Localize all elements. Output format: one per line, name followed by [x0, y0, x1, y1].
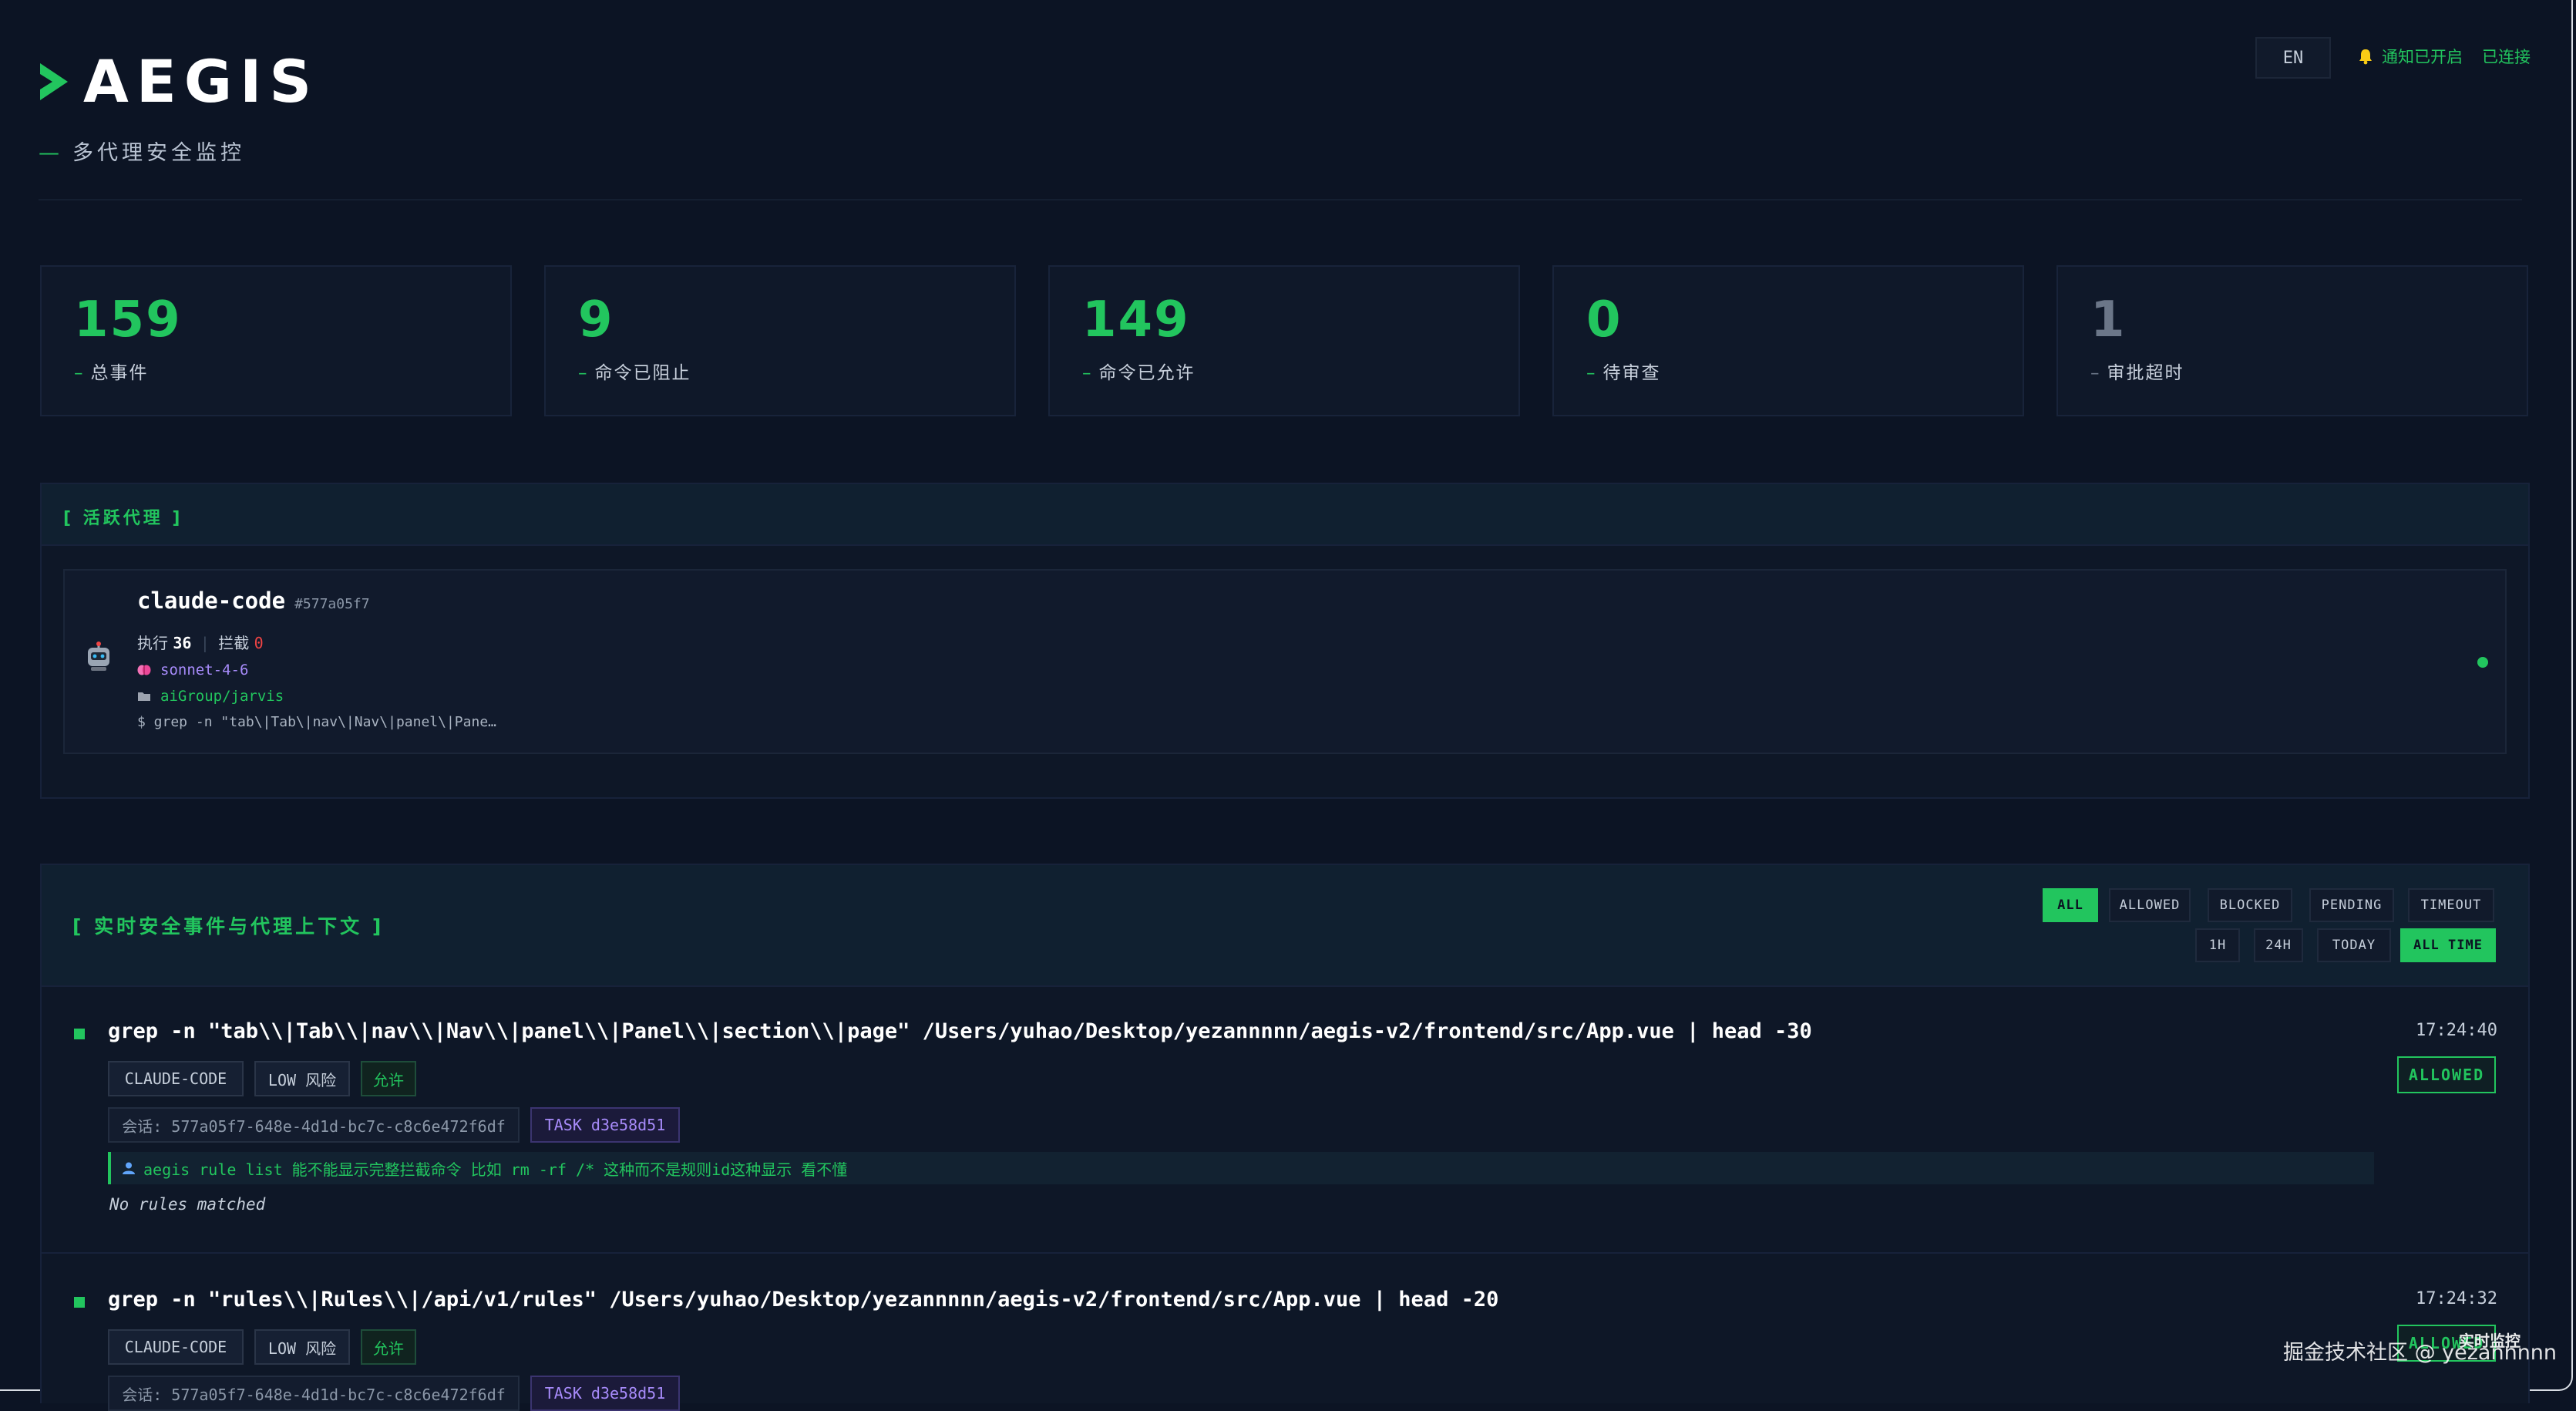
stat-label: – 命令已允许	[1082, 363, 1196, 383]
active-agents-header: [ 活跃代理 ]	[42, 484, 2528, 546]
filter-today[interactable]: TODAY	[2317, 928, 2391, 962]
notification-status[interactable]: 通知已开启	[2357, 45, 2463, 68]
agent-name: claude-code #577a05f7	[137, 588, 370, 614]
subtitle-dash: —	[39, 141, 63, 165]
panel-title: [ 实时安全事件与代理上下文 ]	[72, 915, 385, 938]
stat-card-total-events: 159 – 总事件	[40, 265, 512, 416]
agent-last-command: $ grep -n "tab\|Tab\|nav\|Nav\|panel\|Pa…	[137, 714, 496, 730]
notification-status-label: 通知已开启	[2382, 48, 2463, 66]
header-divider	[39, 199, 2522, 200]
logo-text: AEGIS	[83, 47, 320, 116]
stat-value: 159	[74, 291, 182, 349]
user-context: aegis rule list 能不能显示完整拦截命令 比如 rm -rf /*…	[108, 1152, 2374, 1184]
stat-label: – 命令已阻止	[578, 363, 691, 383]
subtitle-text: 多代理安全监控	[72, 141, 245, 165]
event-divider	[42, 1252, 2528, 1254]
event-command[interactable]: grep -n "rules\\|Rules\\|/api/v1/rules" …	[108, 1288, 1498, 1312]
stat-label: – 审批超时	[2090, 363, 2184, 383]
agent-stats: 执行 36 | 拦截 0	[137, 634, 264, 652]
stat-value: 1	[2090, 291, 2127, 349]
task-tag[interactable]: TASK d3e58d51	[530, 1376, 680, 1411]
task-tag[interactable]: TASK d3e58d51	[530, 1107, 680, 1143]
agent-online-indicator	[2477, 657, 2488, 668]
watermark: 掘金技术社区 @ yezannnnn	[2283, 1341, 2558, 1365]
agent-model: sonnet-4-6	[137, 662, 248, 679]
user-icon	[123, 1162, 135, 1174]
filter-all-time[interactable]: ALL TIME	[2400, 928, 2496, 962]
stat-value: 0	[1586, 291, 1623, 349]
stat-label: – 总事件	[74, 363, 149, 383]
security-events-panel: [ 实时安全事件与代理上下文 ] ALL ALLOWED BLOCKED PEN…	[40, 864, 2530, 1411]
event-time: 17:24:40	[2416, 1021, 2497, 1040]
agent-project-path: aiGroup/jarvis	[137, 688, 284, 705]
session-tag[interactable]: 会话: 577a05f7-648e-4d1d-bc7c-c8c6e472f6df	[108, 1107, 520, 1143]
event-status-badge: ALLOWED	[2397, 1056, 2496, 1093]
risk-tag: LOW 风险	[254, 1329, 350, 1365]
stat-value: 9	[578, 291, 614, 349]
robot-icon	[88, 642, 109, 671]
brain-icon	[137, 665, 151, 675]
event-status-bullet	[74, 1297, 85, 1308]
event-status-bullet	[74, 1029, 85, 1039]
decision-tag: 允许	[361, 1329, 416, 1365]
filter-blocked[interactable]: BLOCKED	[2208, 888, 2292, 922]
risk-tag: LOW 风险	[254, 1061, 350, 1096]
stat-label: – 待审查	[1586, 363, 1661, 383]
agent-tag: CLAUDE-CODE	[108, 1329, 244, 1365]
stat-value: 149	[1082, 291, 1190, 349]
app-window: AEGIS — 多代理安全监控 EN 通知已开启 已连接 159 – 总事件 9 –…	[0, 0, 2573, 1411]
rules-result: No rules matched	[109, 1195, 266, 1214]
stat-card-pending: 0 – 待审查	[1552, 265, 2024, 416]
agent-tag: CLAUDE-CODE	[108, 1061, 244, 1096]
filter-allowed[interactable]: ALLOWED	[2109, 888, 2191, 922]
filter-24h[interactable]: 24H	[2254, 928, 2303, 962]
stat-card-timeout: 1 – 审批超时	[2056, 265, 2528, 416]
active-agents-panel: [ 活跃代理 ] claude-code #577a05f7 执行 36 | 拦截 0	[40, 483, 2530, 799]
security-events-header: [ 实时安全事件与代理上下文 ] ALL ALLOWED BLOCKED PEN…	[42, 865, 2528, 987]
stat-card-allowed: 149 – 命令已允许	[1048, 265, 1520, 416]
filter-1h[interactable]: 1H	[2195, 928, 2240, 962]
language-toggle-button[interactable]: EN	[2255, 37, 2331, 79]
event-command[interactable]: grep -n "tab\\|Tab\\|nav\\|Nav\\|panel\\…	[108, 1019, 1812, 1043]
agent-card[interactable]: claude-code #577a05f7 执行 36 | 拦截 0 sonnet-4…	[63, 569, 2507, 754]
filter-all[interactable]: ALL	[2043, 888, 2098, 922]
connection-status: 已连接	[2482, 48, 2531, 66]
stat-card-blocked: 9 – 命令已阻止	[544, 265, 1016, 416]
bell-icon	[2359, 49, 2372, 65]
decision-tag: 允许	[361, 1061, 416, 1096]
agent-hash: #577a05f7	[294, 596, 370, 612]
logo: AEGIS	[39, 51, 319, 113]
session-tag[interactable]: 会话: 577a05f7-648e-4d1d-bc7c-c8c6e472f6df	[108, 1376, 520, 1411]
filter-timeout[interactable]: TIMEOUT	[2408, 888, 2494, 922]
filter-pending[interactable]: PENDING	[2309, 888, 2394, 922]
caret-logo-icon	[40, 63, 68, 100]
folder-icon	[138, 692, 150, 701]
panel-title: [ 活跃代理 ]	[63, 509, 183, 528]
event-time: 17:24:32	[2416, 1289, 2497, 1308]
app-subtitle: — 多代理安全监控	[39, 136, 245, 166]
